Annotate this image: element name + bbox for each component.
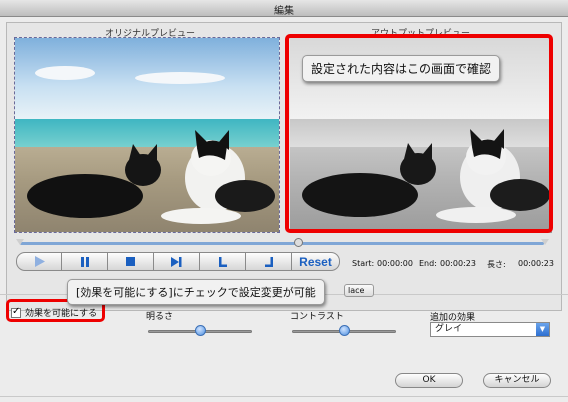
length-label: 長さ: bbox=[487, 260, 506, 269]
reset-label: Reset bbox=[299, 254, 332, 269]
transport-controls: Reset bbox=[16, 252, 340, 271]
brightness-slider-thumb[interactable] bbox=[195, 325, 206, 336]
contrast-label: コントラスト bbox=[290, 312, 344, 322]
effect-callout: [効果を可能にする]にチェックで設定変更が可能 bbox=[67, 279, 325, 305]
beach-cats-photo bbox=[15, 38, 279, 232]
ok-button[interactable]: OK bbox=[395, 373, 463, 388]
original-preview-image bbox=[14, 37, 280, 233]
play-button[interactable] bbox=[16, 252, 62, 271]
end-time-label: End: bbox=[419, 259, 437, 268]
mark-out-button[interactable] bbox=[246, 252, 292, 271]
mark-in-button[interactable] bbox=[200, 252, 246, 271]
start-time-value: 00:00:00 bbox=[377, 259, 413, 268]
step-forward-button[interactable] bbox=[154, 252, 200, 271]
window-title: 編集 bbox=[274, 6, 294, 17]
dropdown-arrow-icon: ▼ bbox=[536, 323, 549, 336]
brightness-label: 明るさ bbox=[146, 312, 174, 322]
contrast-slider-thumb[interactable] bbox=[339, 325, 350, 336]
timeline-track bbox=[20, 242, 544, 245]
stop-button[interactable] bbox=[108, 252, 154, 271]
end-marker-icon[interactable] bbox=[541, 239, 549, 245]
start-marker-icon[interactable] bbox=[16, 239, 24, 245]
stop-icon bbox=[126, 257, 135, 266]
replace-tab[interactable]: lace bbox=[344, 284, 374, 297]
edit-window: 編集 オリジナルプレビュー アウトプットプレビュー 設定された内容はこの画面で確… bbox=[0, 0, 568, 402]
mark-in-icon bbox=[218, 256, 227, 267]
brightness-slider[interactable] bbox=[148, 325, 252, 336]
bottom-divider bbox=[0, 396, 568, 397]
extra-effect-select[interactable]: グレイ ▼ bbox=[430, 322, 550, 337]
extra-effect-value: グレイ bbox=[435, 324, 463, 334]
reset-button[interactable]: Reset bbox=[292, 252, 340, 271]
length-value: 00:00:23 bbox=[518, 259, 554, 268]
cancel-button[interactable]: キャンセル bbox=[483, 373, 551, 388]
end-time-value: 00:00:23 bbox=[440, 259, 476, 268]
pause-icon bbox=[80, 256, 89, 267]
mark-out-icon bbox=[264, 256, 273, 267]
playhead-knob[interactable] bbox=[294, 238, 303, 247]
title-bar: 編集 bbox=[0, 0, 568, 17]
play-icon bbox=[34, 256, 45, 267]
output-callout: 設定された内容はこの画面で確認 bbox=[302, 55, 501, 82]
contrast-slider[interactable] bbox=[292, 325, 396, 336]
pause-button[interactable] bbox=[62, 252, 108, 271]
start-time-label: Start: bbox=[352, 259, 375, 268]
step-forward-icon bbox=[171, 256, 182, 267]
timeline-scrubber[interactable] bbox=[16, 238, 549, 247]
